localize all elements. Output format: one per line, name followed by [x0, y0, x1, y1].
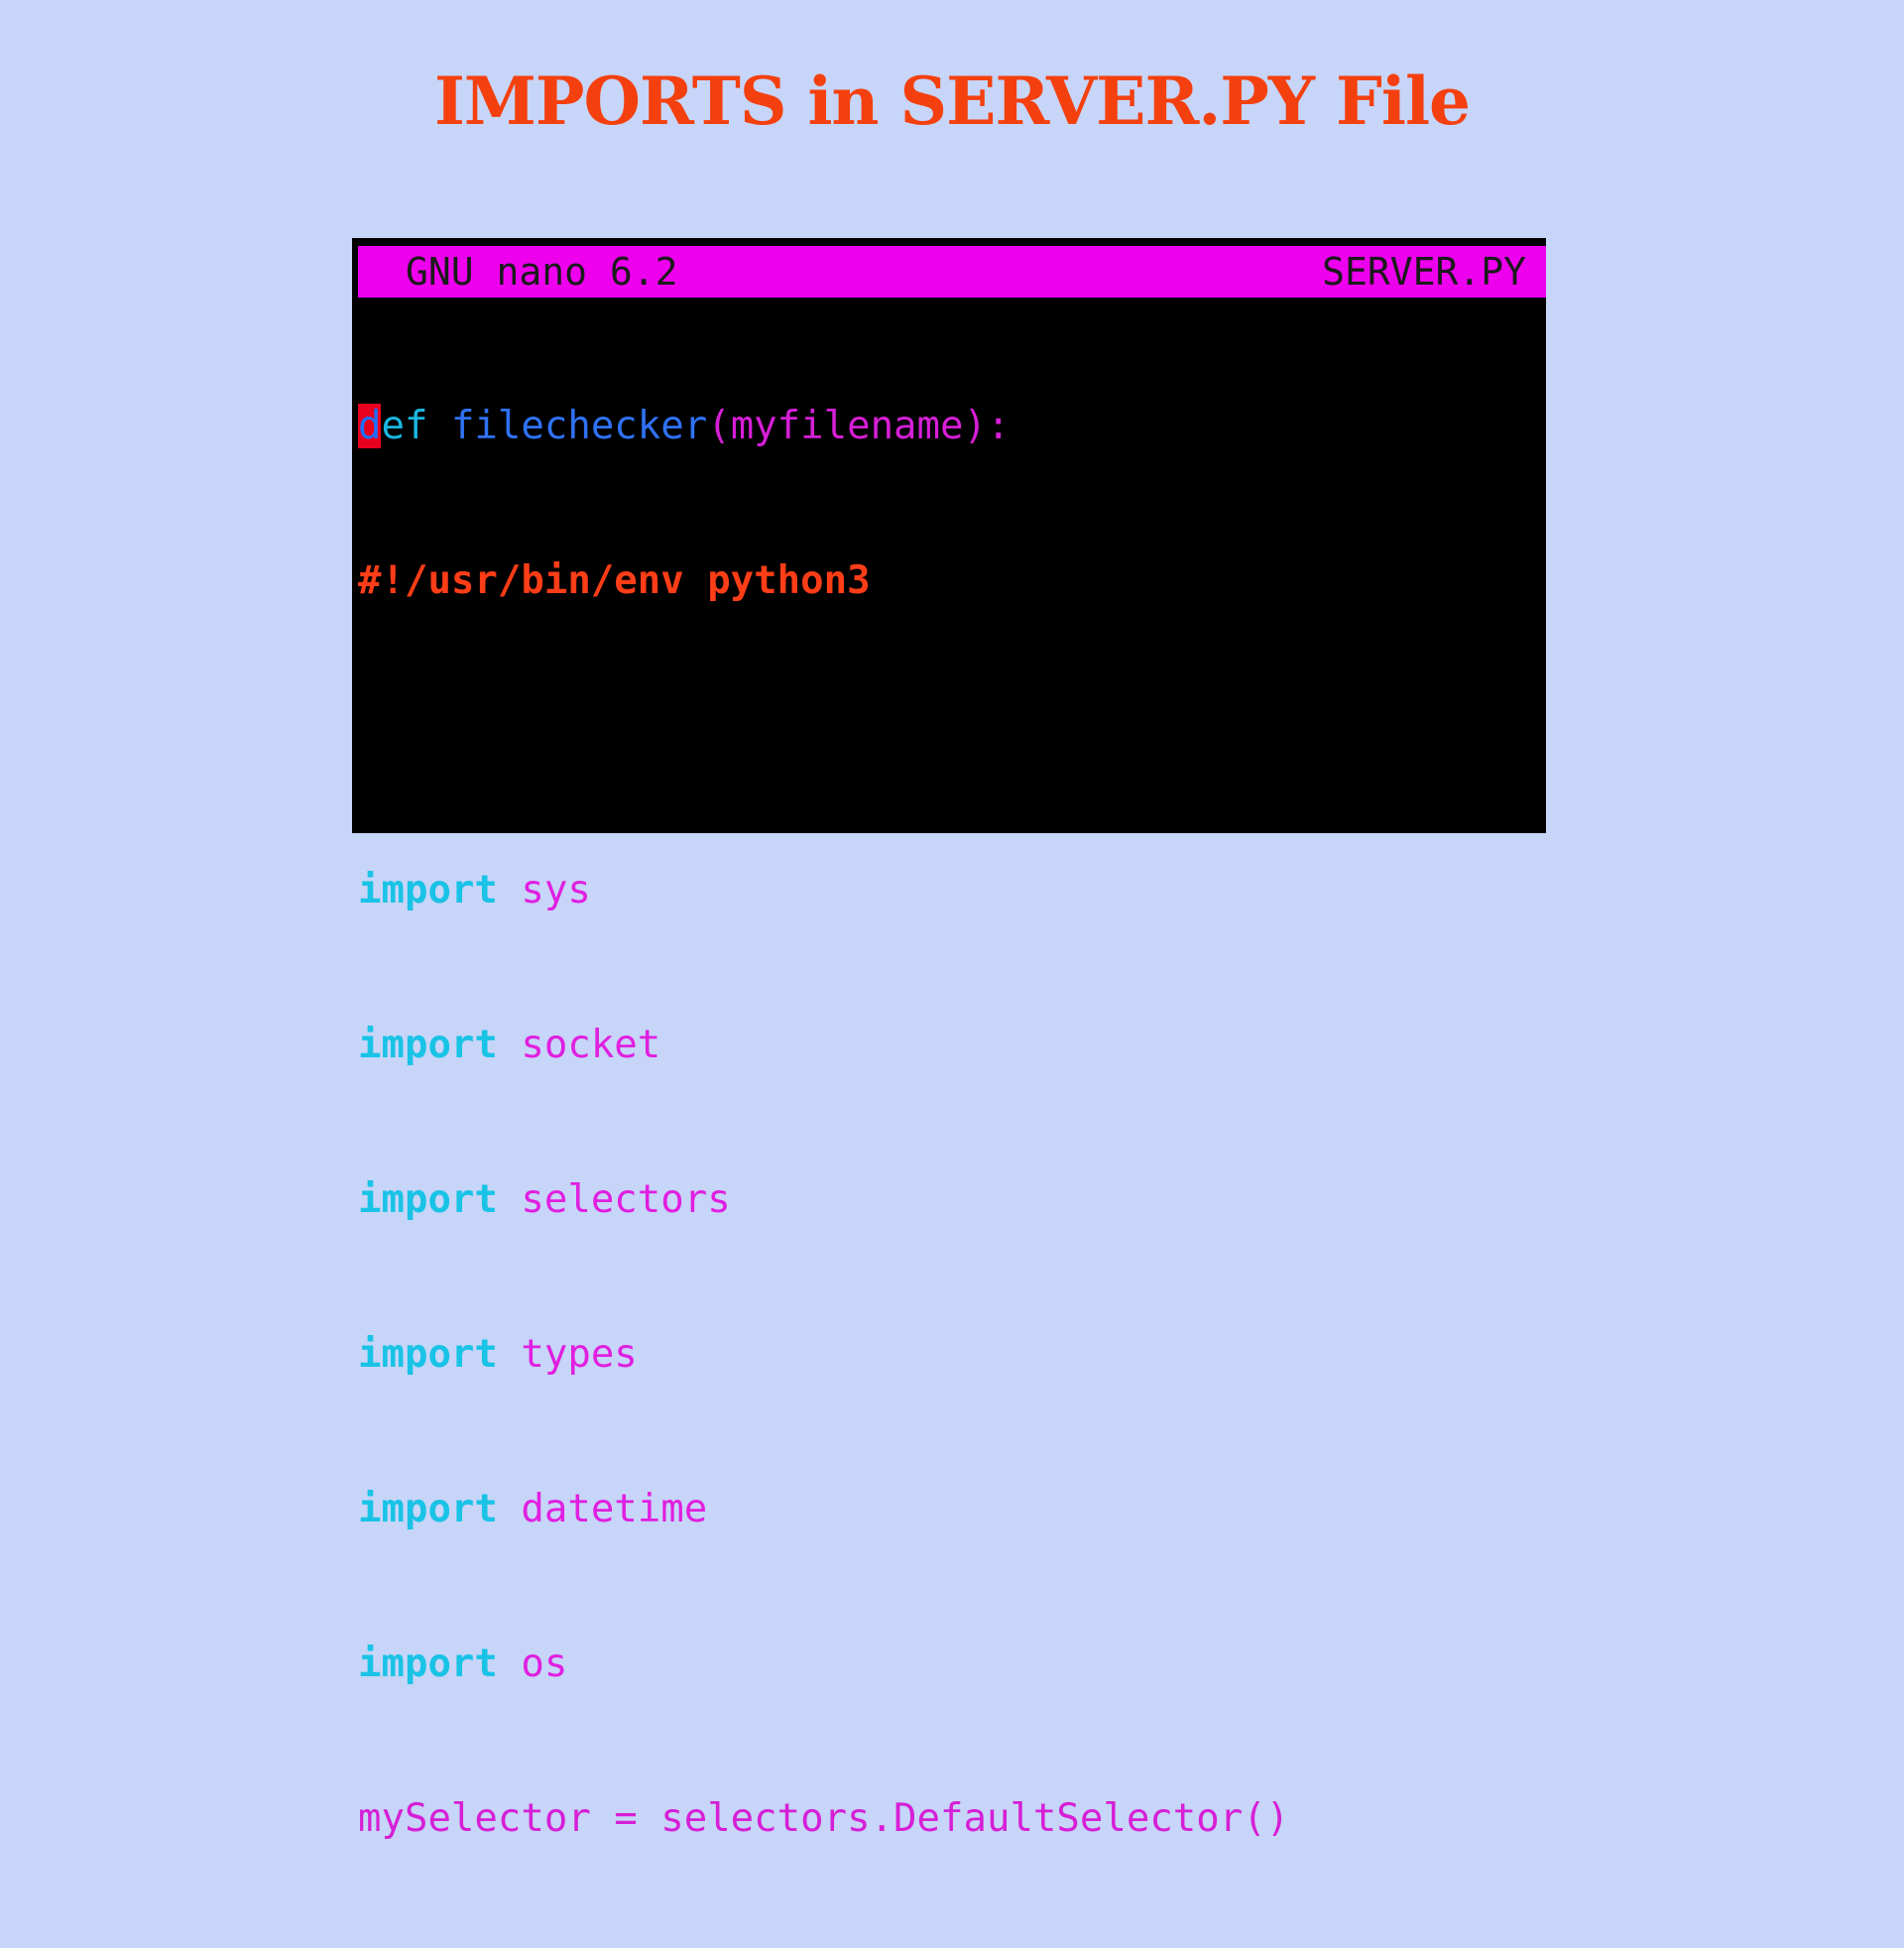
code-line-shebang: #!/usr/bin/env python3: [358, 555, 1538, 607]
import-keyword: import: [358, 868, 498, 913]
code-line-assignment: mySelector = selectors.DefaultSelector(): [358, 1793, 1538, 1845]
code-line-def: def filechecker(myfilename):: [358, 401, 1538, 452]
code-line-import: import sys: [358, 865, 1538, 916]
code-line-import: import socket: [358, 1020, 1538, 1071]
module-name: types: [521, 1332, 638, 1377]
module-name: datetime: [521, 1487, 708, 1531]
editor-app-name: GNU nano 6.2: [406, 250, 678, 294]
code-line-import: import types: [358, 1329, 1538, 1381]
code-area[interactable]: def filechecker(myfilename): #!/usr/bin/…: [358, 298, 1538, 1948]
nano-title-bar: GNU nano 6.2 SERVER.PY: [358, 246, 1546, 298]
module-name: selectors: [521, 1177, 731, 1222]
import-keyword: import: [358, 1177, 498, 1222]
import-keyword: import: [358, 1487, 498, 1531]
code-line-import: import os: [358, 1639, 1538, 1690]
import-keyword: import: [358, 1642, 498, 1686]
import-keyword: import: [358, 1023, 498, 1067]
function-signature: (myfilename):: [707, 404, 1011, 448]
shebang-text: #!/usr/bin/env python3: [358, 558, 871, 603]
code-line-import: import selectors: [358, 1174, 1538, 1226]
module-name: os: [521, 1642, 568, 1686]
function-name: filechecker: [450, 404, 708, 448]
import-keyword: import: [358, 1332, 498, 1377]
def-keyword-rest: ef: [381, 404, 428, 448]
slide-title: IMPORTS in SERVER.PY File: [433, 62, 1471, 140]
module-name: socket: [521, 1023, 661, 1067]
assignment-text: mySelector = selectors.DefaultSelector(): [358, 1796, 1290, 1841]
module-name: sys: [521, 868, 591, 913]
text-cursor: d: [358, 404, 382, 448]
nano-editor-window: GNU nano 6.2 SERVER.PY def filechecker(m…: [352, 238, 1546, 1841]
code-line-import: import datetime: [358, 1484, 1538, 1535]
editor-file-name: SERVER.PY: [1322, 250, 1526, 294]
